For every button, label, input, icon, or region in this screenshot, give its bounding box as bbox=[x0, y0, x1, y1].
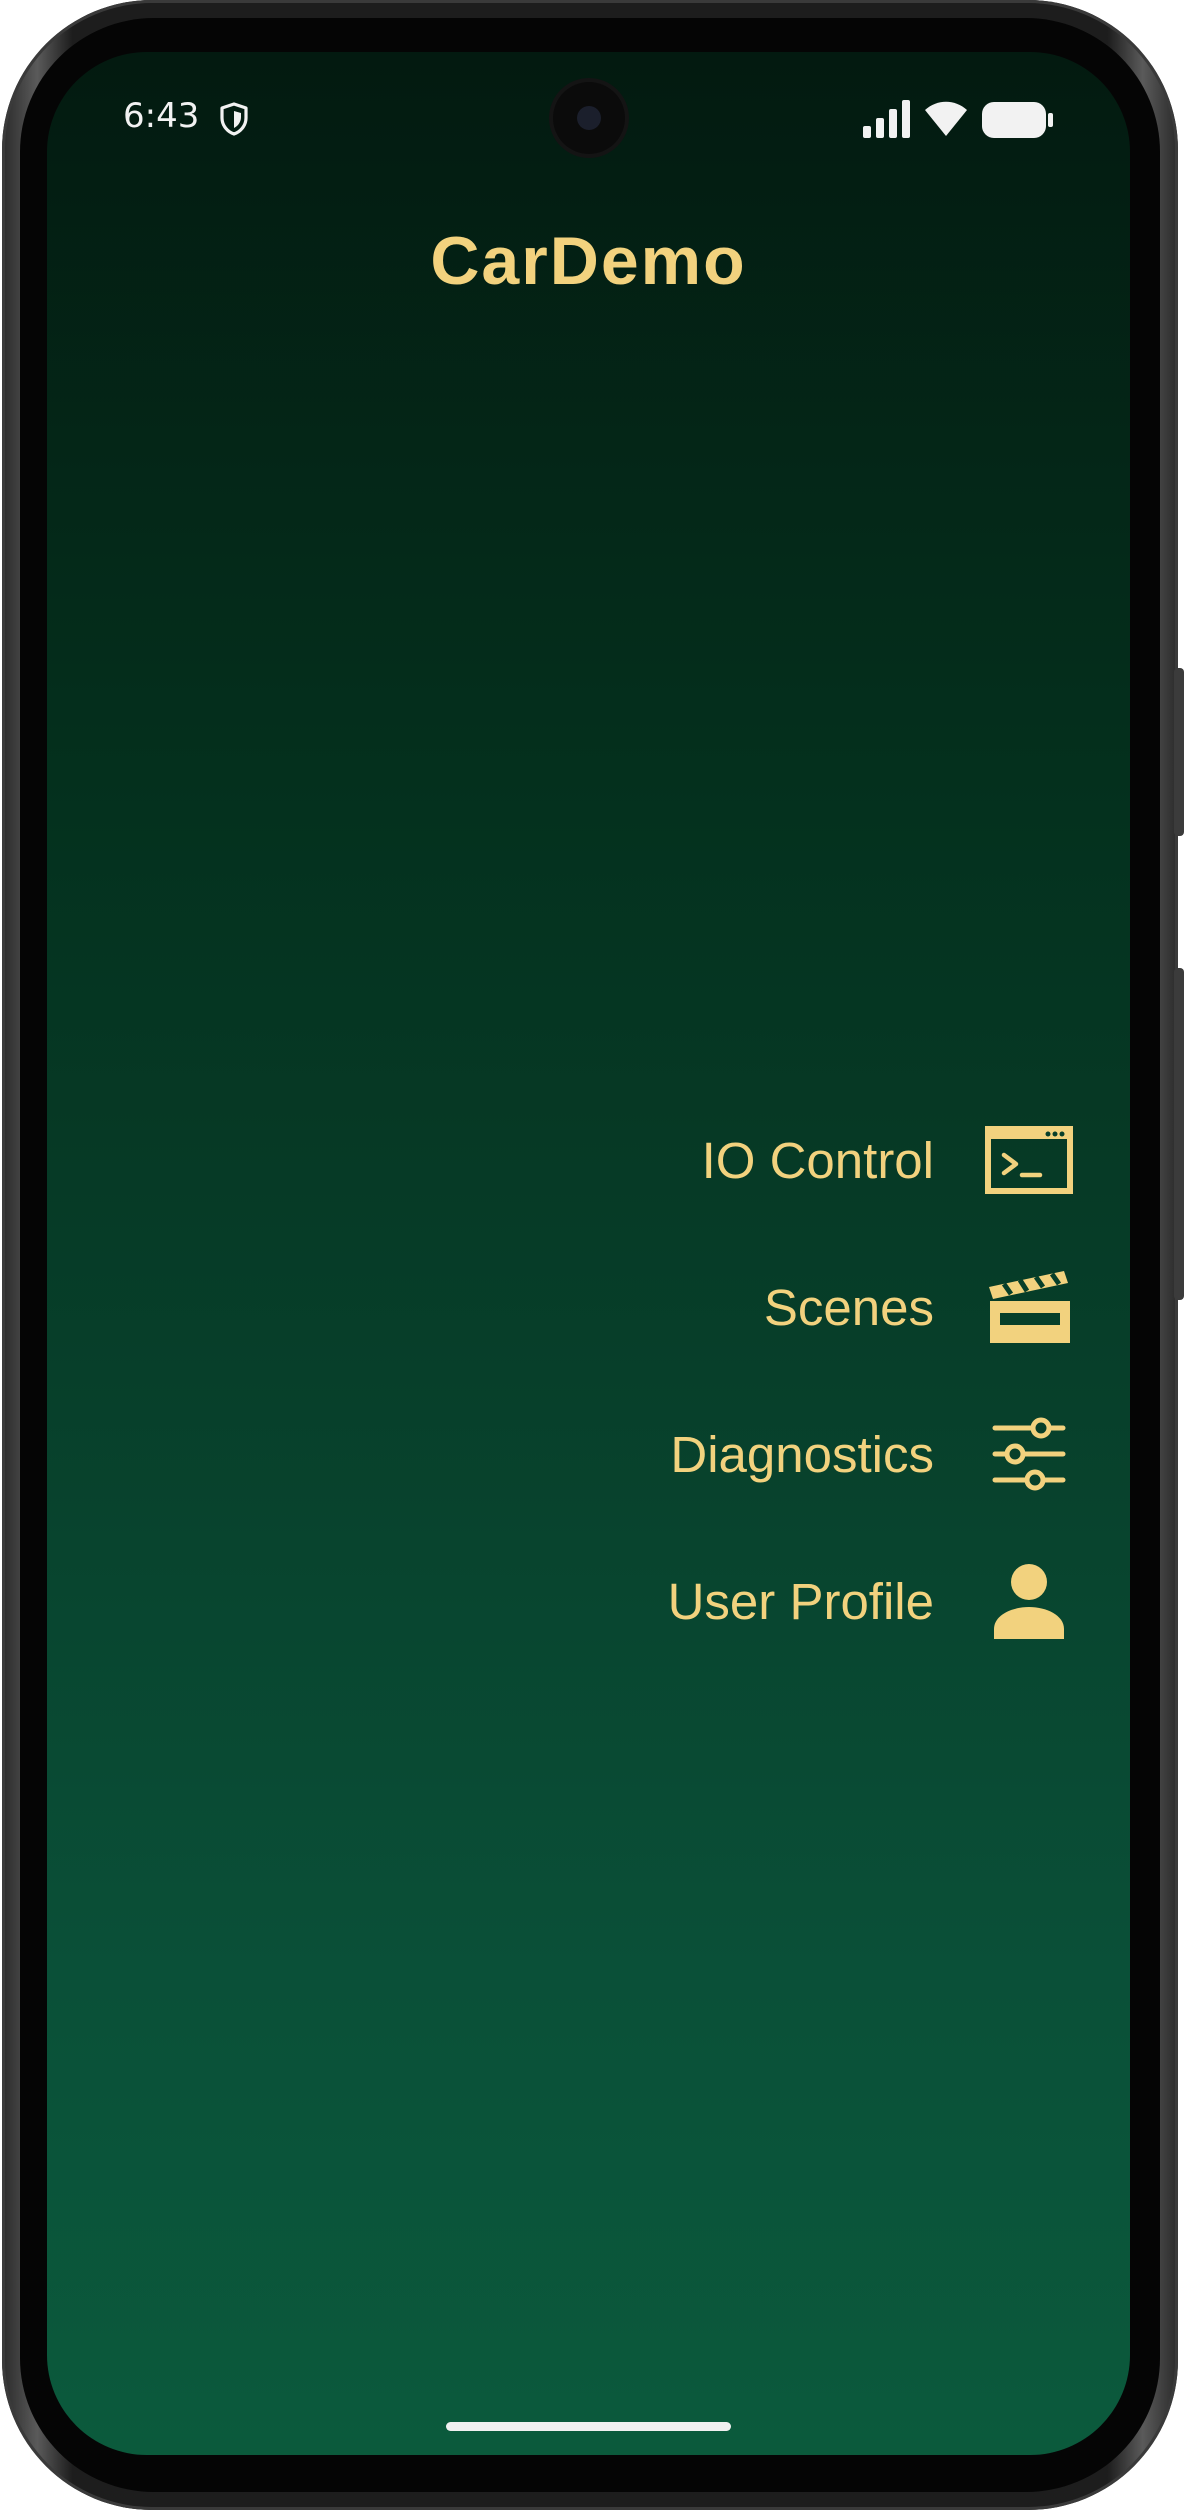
menu-item-label: IO Control bbox=[701, 1131, 934, 1189]
menu-item-io-control[interactable]: IO Control bbox=[430, 1105, 1130, 1215]
clapperboard-icon bbox=[984, 1269, 1074, 1345]
status-bar: 6:43 bbox=[47, 52, 1130, 192]
front-camera bbox=[553, 82, 625, 154]
menu-item-diagnostics[interactable]: Diagnostics bbox=[430, 1399, 1130, 1509]
menu-item-label: User Profile bbox=[667, 1572, 934, 1630]
home-indicator[interactable] bbox=[446, 2422, 731, 2431]
terminal-window-icon bbox=[984, 1122, 1074, 1198]
shield-icon bbox=[220, 102, 248, 136]
wifi-icon bbox=[925, 101, 967, 136]
battery-icon bbox=[982, 102, 1053, 138]
status-time: 6:43 bbox=[123, 96, 200, 136]
menu-item-user-profile[interactable]: User Profile bbox=[430, 1546, 1130, 1656]
app-title: CarDemo bbox=[430, 223, 747, 299]
person-icon bbox=[984, 1563, 1074, 1639]
menu-item-scenes[interactable]: Scenes bbox=[430, 1252, 1130, 1362]
menu-item-label: Scenes bbox=[763, 1278, 934, 1336]
screen: 6:43 CarDemo IO Control Scenes Diagnosti… bbox=[47, 52, 1130, 2455]
sliders-icon bbox=[984, 1416, 1074, 1492]
power-button bbox=[1174, 668, 1184, 836]
menu-item-label: Diagnostics bbox=[670, 1425, 934, 1483]
volume-rocker bbox=[1174, 968, 1184, 1300]
signal-icon bbox=[863, 100, 910, 138]
